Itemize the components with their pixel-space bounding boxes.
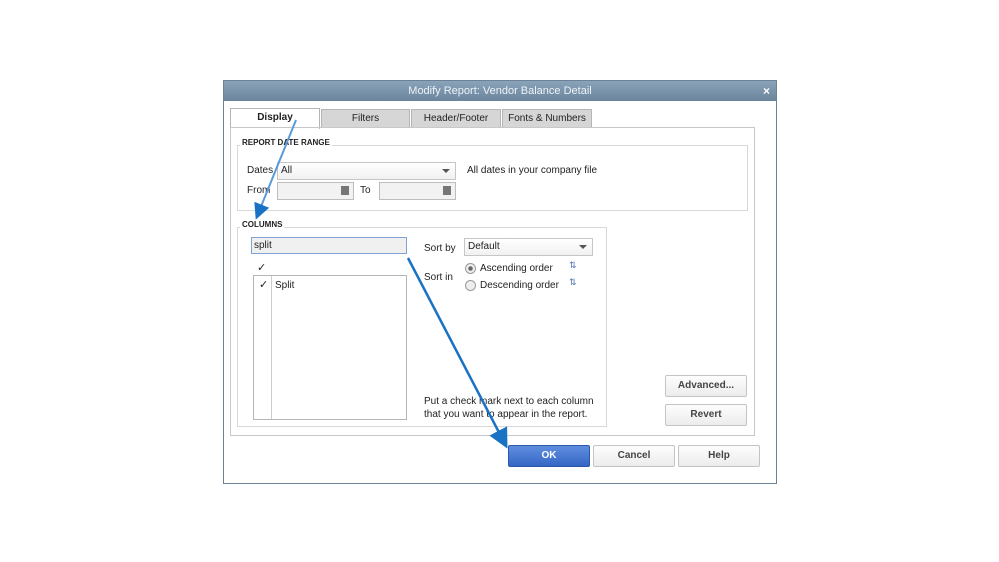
annotation-arrows [254,119,508,449]
arrow-to-columns [254,119,297,220]
arrow-to-ok [406,257,508,449]
